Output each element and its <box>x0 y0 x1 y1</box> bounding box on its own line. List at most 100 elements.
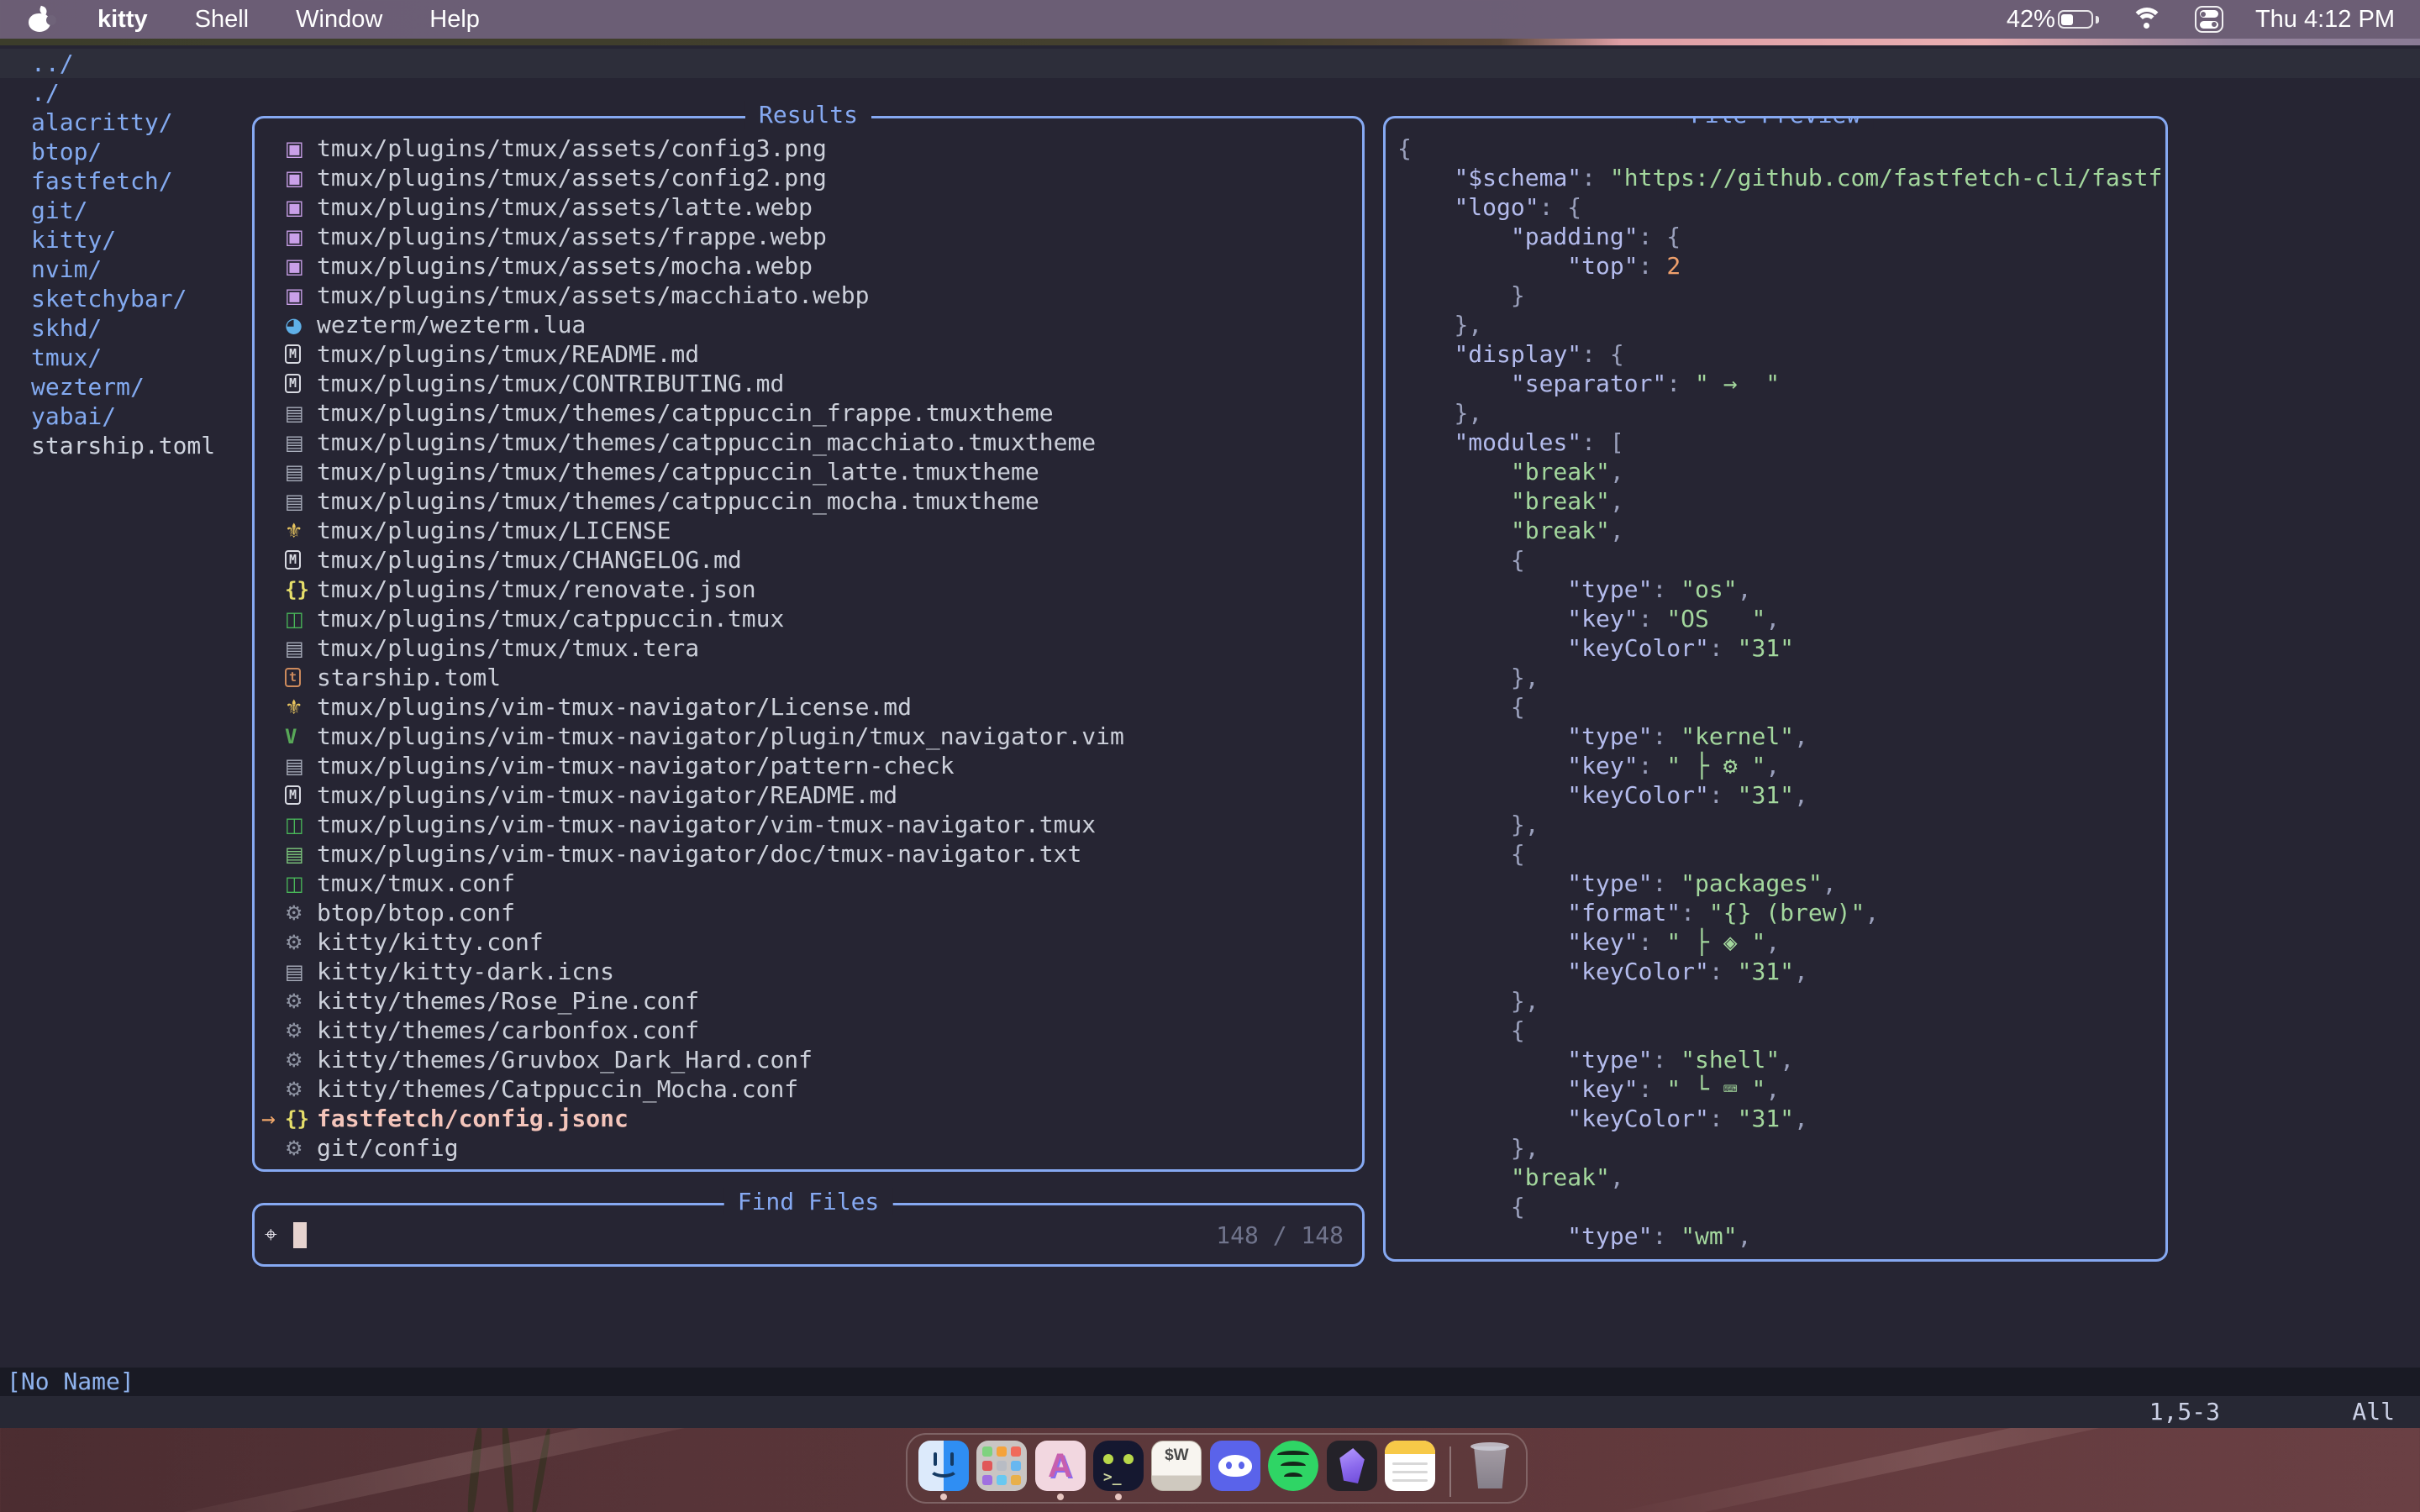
sidebar-entry-tmux[interactable]: tmux/ <box>31 343 215 372</box>
dock-item-kitty[interactable]: >_ <box>1092 1441 1144 1500</box>
vim-statusline: [No Name] <box>0 1368 2420 1396</box>
code-line: "logo": { <box>1397 192 2165 222</box>
result-row[interactable]: ⚙kitty/kitty.conf <box>255 927 1362 957</box>
config-file-icon: ⚙ <box>285 990 317 1013</box>
result-row[interactable]: ▣tmux/plugins/tmux/assets/mocha.webp <box>255 251 1362 281</box>
generic-file-icon: ▤ <box>285 460 317 484</box>
sidebar-entry-.[interactable]: ./ <box>31 78 215 108</box>
result-row[interactable]: Mtmux/plugins/tmux/README.md <box>255 339 1362 369</box>
dock-item-trash[interactable] <box>1465 1441 1516 1491</box>
result-row[interactable]: ◫tmux/plugins/vim-tmux-navigator/vim-tmu… <box>255 810 1362 839</box>
dock-item-spotify[interactable] <box>1267 1441 1318 1500</box>
apple-menu-icon[interactable] <box>29 7 50 32</box>
control-center-icon[interactable] <box>2195 6 2223 33</box>
dock-item-launchpad[interactable] <box>976 1441 1027 1500</box>
result-row[interactable]: ⚙kitty/themes/Rose_Pine.conf <box>255 986 1362 1016</box>
trash-icon[interactable] <box>1465 1441 1515 1491</box>
image-file-icon: ▣ <box>285 284 317 307</box>
launchpad-app-icon[interactable] <box>976 1441 1027 1491</box>
dock-item-keycap[interactable]: $W <box>1151 1441 1202 1500</box>
vim-file-icon: V <box>285 725 317 748</box>
battery-indicator[interactable]: 42% <box>2007 6 2099 34</box>
result-row[interactable]: ⚜tmux/plugins/tmux/LICENSE <box>255 516 1362 545</box>
sidebar-entry-skhd[interactable]: skhd/ <box>31 313 215 343</box>
discord-app-icon[interactable] <box>1210 1441 1260 1491</box>
result-file-path: tmux/tmux.conf <box>317 869 515 897</box>
sidebar-entry-btop[interactable]: btop/ <box>31 137 215 166</box>
result-row[interactable]: ⚙kitty/themes/Gruvbox_Dark_Hard.conf <box>255 1045 1362 1074</box>
sidebar-entry-..[interactable]: ../ <box>31 49 215 78</box>
code-line: "break", <box>1397 486 2165 516</box>
result-file-path: tmux/plugins/tmux/LICENSE <box>317 517 671 544</box>
menubar-clock[interactable]: Thu 4:12 PM <box>2255 6 2395 34</box>
notes-app-icon[interactable] <box>1385 1441 1435 1491</box>
result-row[interactable]: ▤tmux/plugins/tmux/themes/catppuccin_mac… <box>255 428 1362 457</box>
result-row[interactable]: Mtmux/plugins/vim-tmux-navigator/README.… <box>255 780 1362 810</box>
result-row[interactable]: Vtmux/plugins/vim-tmux-navigator/plugin/… <box>255 722 1362 751</box>
sidebar-entry-git[interactable]: git/ <box>31 196 215 225</box>
code-line: "display": { <box>1397 339 2165 369</box>
menu-shell[interactable]: Shell <box>195 6 250 34</box>
result-row[interactable]: tstarship.toml <box>255 663 1362 692</box>
result-file-path: tmux/plugins/vim-tmux-navigator/vim-tmux… <box>317 811 1096 838</box>
result-row[interactable]: ◫tmux/plugins/tmux/catppuccin.tmux <box>255 604 1362 633</box>
code-line: }, <box>1397 663 2165 692</box>
result-row[interactable]: ⚙btop/btop.conf <box>255 898 1362 927</box>
obsidian-app-icon[interactable] <box>1327 1441 1377 1491</box>
result-file-path: kitty/kitty.conf <box>317 928 544 956</box>
result-row[interactable]: ⚙kitty/themes/Catppuccin_Mocha.conf <box>255 1074 1362 1104</box>
result-file-path: fastfetch/config.jsonc <box>317 1105 629 1132</box>
sidebar-entry-yabai[interactable]: yabai/ <box>31 402 215 431</box>
result-row[interactable]: →{}fastfetch/config.jsonc <box>255 1104 1362 1133</box>
sidebar-entry-fastfetch[interactable]: fastfetch/ <box>31 166 215 196</box>
dock-item-notes[interactable] <box>1384 1441 1435 1500</box>
result-row[interactable]: Mtmux/plugins/tmux/CONTRIBUTING.md <box>255 369 1362 398</box>
result-row[interactable]: ▤tmux/plugins/tmux/themes/catppuccin_fra… <box>255 398 1362 428</box>
result-row[interactable]: {}tmux/plugins/tmux/renovate.json <box>255 575 1362 604</box>
dock-item-arc[interactable]: A <box>1034 1441 1086 1500</box>
spotify-app-icon[interactable] <box>1268 1441 1318 1491</box>
result-row[interactable]: ▤tmux/plugins/tmux/themes/catppuccin_lat… <box>255 457 1362 486</box>
menu-help[interactable]: Help <box>429 6 480 34</box>
sidebar-entry-sketchybar[interactable]: sketchybar/ <box>31 284 215 313</box>
result-row[interactable]: ▤tmux/plugins/tmux/tmux.tera <box>255 633 1362 663</box>
code-line: "top": 2 <box>1397 251 2165 281</box>
keycap-app-icon[interactable]: $W <box>1151 1441 1202 1491</box>
result-row[interactable]: Mtmux/plugins/tmux/CHANGELOG.md <box>255 545 1362 575</box>
sidebar-entry-wezterm[interactable]: wezterm/ <box>31 372 215 402</box>
result-row[interactable]: ⚙kitty/themes/carbonfox.conf <box>255 1016 1362 1045</box>
result-row[interactable]: ▣tmux/plugins/tmux/assets/config2.png <box>255 163 1362 192</box>
result-row[interactable]: ◫tmux/tmux.conf <box>255 869 1362 898</box>
sidebar-entry-starship.toml[interactable]: starship.toml <box>31 431 215 460</box>
dock-item-obsidian[interactable] <box>1326 1441 1377 1500</box>
code-line: { <box>1397 1016 2165 1045</box>
sidebar-entry-alacritty[interactable]: alacritty/ <box>31 108 215 137</box>
sidebar-entry-nvim[interactable]: nvim/ <box>31 255 215 284</box>
kitty-app-icon[interactable]: >_ <box>1093 1441 1144 1491</box>
image-file-icon: ▣ <box>285 137 317 160</box>
battery-percent-label: 42% <box>2007 6 2055 34</box>
menu-window[interactable]: Window <box>296 6 382 34</box>
code-line: { <box>1397 692 2165 722</box>
result-row[interactable]: ▣tmux/plugins/tmux/assets/latte.webp <box>255 192 1362 222</box>
image-file-icon: ▣ <box>285 166 317 190</box>
menu-app-name[interactable]: kitty <box>97 6 148 34</box>
result-row[interactable]: ⚙git/config <box>255 1133 1362 1163</box>
code-line: { <box>1397 545 2165 575</box>
dock-item-finder[interactable] <box>918 1441 969 1500</box>
arc-app-icon[interactable]: A <box>1035 1441 1086 1491</box>
wifi-icon[interactable] <box>2131 8 2163 31</box>
result-row[interactable]: ▣tmux/plugins/tmux/assets/frappe.webp <box>255 222 1362 251</box>
result-row[interactable]: ▤tmux/plugins/vim-tmux-navigator/doc/tmu… <box>255 839 1362 869</box>
sidebar-entry-kitty[interactable]: kitty/ <box>31 225 215 255</box>
result-row[interactable]: ◕wezterm/wezterm.lua <box>255 310 1362 339</box>
result-row[interactable]: ▤tmux/plugins/tmux/themes/catppuccin_moc… <box>255 486 1362 516</box>
result-row[interactable]: ▤tmux/plugins/vim-tmux-navigator/pattern… <box>255 751 1362 780</box>
result-row[interactable]: ▣tmux/plugins/tmux/assets/macchiato.webp <box>255 281 1362 310</box>
result-row[interactable]: ⚜tmux/plugins/vim-tmux-navigator/License… <box>255 692 1362 722</box>
result-row[interactable]: ▣tmux/plugins/tmux/assets/config3.png <box>255 134 1362 163</box>
dock-item-discord[interactable] <box>1209 1441 1260 1500</box>
finder-app-icon[interactable] <box>918 1441 969 1491</box>
generic-file-icon: ▤ <box>285 402 317 425</box>
result-row[interactable]: ▤kitty/kitty-dark.icns <box>255 957 1362 986</box>
